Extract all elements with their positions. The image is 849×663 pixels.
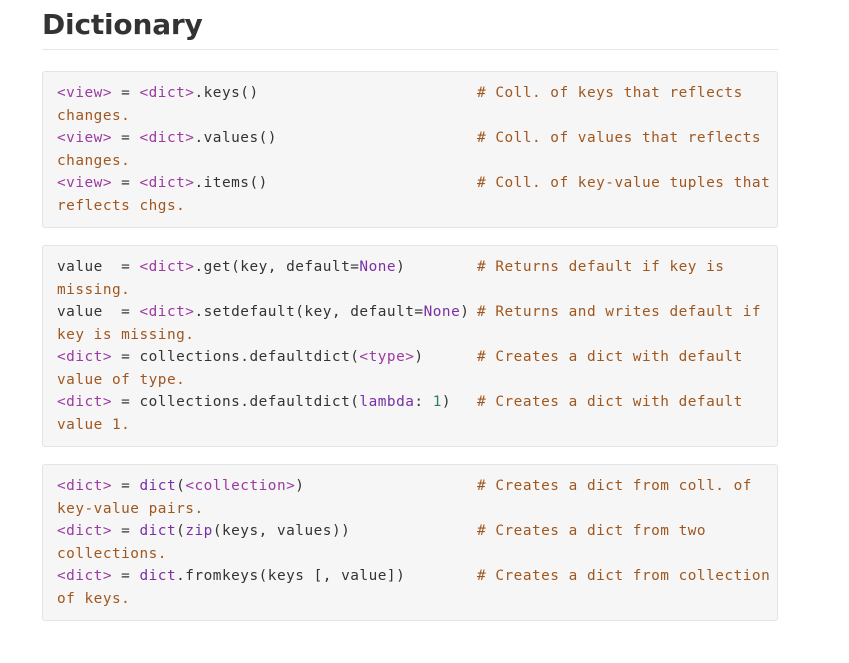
code-token: = collections.defaultdict( xyxy=(111,349,360,365)
code-token: .values() xyxy=(194,130,277,146)
code-token: <dict> xyxy=(57,394,112,410)
code-token: ) xyxy=(414,349,424,365)
code-token: ( xyxy=(176,523,186,539)
code-line: <dict> = collections.defaultdict(lambda:… xyxy=(57,391,763,414)
code-comment-continuation: value 1. xyxy=(57,416,131,433)
code-token: <collection> xyxy=(185,478,296,494)
code-token: None xyxy=(359,259,397,275)
code-token: .keys() xyxy=(194,85,259,101)
code-comment-continuation: changes. xyxy=(57,107,131,124)
code-statement: <dict> = collections.defaultdict(<type>) xyxy=(57,346,477,369)
code-token: ) xyxy=(441,394,452,410)
code-token: lambda xyxy=(359,394,415,410)
code-statement: <view> = <dict>.keys() xyxy=(57,82,477,105)
code-token: = xyxy=(111,85,140,101)
code-token: ( xyxy=(176,478,186,494)
code-comment-continuation: collections. xyxy=(57,545,167,562)
code-token: .items() xyxy=(194,175,268,191)
code-line: <view> = <dict>.items() # Coll. of key-va… xyxy=(57,172,770,195)
code-line: <dict> = dict(<collection>) # Creates a d… xyxy=(57,475,763,498)
code-statement: <view> = <dict>.items() xyxy=(57,172,477,195)
page-title: Dictionary xyxy=(42,8,203,41)
code-comment-continuation: missing. xyxy=(57,281,131,298)
code-comment: # Creates a dict from two xyxy=(477,523,707,539)
code-statement: <dict> = dict(<collection>) xyxy=(57,475,477,498)
code-token: <type> xyxy=(359,349,415,365)
code-comment: # Coll. of values that reflects xyxy=(477,130,762,146)
code-comment-continuation: changes. xyxy=(57,152,131,169)
code-token: = xyxy=(111,175,140,191)
code-line: <dict> = collections.defaultdict(<type>)… xyxy=(57,346,763,369)
code-token: <dict> xyxy=(139,175,195,191)
code-statement: <dict> = dict.fromkeys(keys [, value]) xyxy=(57,565,477,588)
code-line: <view> = <dict>.values() # Coll. of value… xyxy=(57,127,763,150)
code-line: <dict> = dict.fromkeys(keys [, value]) # … xyxy=(57,565,770,588)
code-comment: # Returns and writes default if xyxy=(477,304,762,320)
code-statement: value = <dict>.setdefault(key, default=N… xyxy=(57,301,477,324)
code-statement: <dict> = collections.defaultdict(lambda:… xyxy=(57,391,477,414)
code-token: .fromkeys(keys [, value]) xyxy=(176,568,406,584)
code-token: dict xyxy=(139,523,177,539)
code-token: <view> xyxy=(57,85,112,101)
code-token: <dict> xyxy=(139,130,195,146)
code-comment: # Creates a dict with default xyxy=(477,394,743,410)
code-token: (keys, values)) xyxy=(212,523,351,539)
code-token: None xyxy=(423,304,461,320)
code-token: <dict> xyxy=(57,568,112,584)
code-block-dict-constructors: <dict> = dict(<collection>) # Creates a d… xyxy=(42,464,778,621)
code-token: <dict> xyxy=(139,259,195,275)
code-comment: # Creates a dict from collection xyxy=(477,568,771,584)
code-token: ) xyxy=(460,304,470,320)
code-comment: # Returns default if key is xyxy=(477,259,725,275)
code-token: = xyxy=(111,478,140,494)
code-statement: value = <dict>.get(key, default=None) xyxy=(57,256,477,279)
code-block-dict-views: <view> = <dict>.keys() # Coll. of keys th… xyxy=(42,71,778,228)
code-token: ) xyxy=(396,259,406,275)
code-comment: # Coll. of key-value tuples that xyxy=(477,175,771,191)
code-token: ) xyxy=(295,478,305,494)
code-token: <dict> xyxy=(139,85,195,101)
code-comment-continuation: value of type. xyxy=(57,371,186,388)
code-token: = xyxy=(111,568,140,584)
code-token: <dict> xyxy=(57,523,112,539)
code-comment-continuation: of keys. xyxy=(57,590,131,607)
code-statement: <dict> = dict(zip(keys, values)) xyxy=(57,520,477,543)
code-token: = collections.defaultdict( xyxy=(111,394,360,410)
code-line: <view> = <dict>.keys() # Coll. of keys th… xyxy=(57,82,763,105)
code-token: <view> xyxy=(57,130,112,146)
code-token: 1 xyxy=(432,394,442,410)
code-token: <dict> xyxy=(57,349,112,365)
code-line: <dict> = dict(zip(keys, values)) # Create… xyxy=(57,520,763,543)
code-token: zip xyxy=(185,523,213,539)
code-comment-continuation: reflects chgs. xyxy=(57,197,186,214)
code-comment: # Coll. of keys that reflects xyxy=(477,85,743,101)
code-comment-continuation: key-value pairs. xyxy=(57,500,204,517)
code-token: value = xyxy=(57,304,140,320)
code-token: <dict> xyxy=(57,478,112,494)
code-block-dict-defaults: value = <dict>.get(key, default=None) # R… xyxy=(42,245,778,447)
code-statement: <view> = <dict>.values() xyxy=(57,127,477,150)
code-comment-continuation: key is missing. xyxy=(57,326,195,343)
code-token: dict xyxy=(139,568,177,584)
code-line: value = <dict>.get(key, default=None) # R… xyxy=(57,256,763,279)
code-token: = xyxy=(111,130,140,146)
code-comment: # Creates a dict with default xyxy=(477,349,743,365)
section-heading: Dictionary xyxy=(42,6,778,50)
code-token: .setdefault(key, default= xyxy=(194,304,424,320)
code-token: : xyxy=(414,394,433,410)
code-token: = xyxy=(111,523,140,539)
code-token: dict xyxy=(139,478,177,494)
code-token: value = xyxy=(57,259,140,275)
code-line: value = <dict>.setdefault(key, default=N… xyxy=(57,301,763,324)
code-token: <dict> xyxy=(139,304,195,320)
code-token: .get(key, default= xyxy=(194,259,360,275)
code-token: <view> xyxy=(57,175,112,191)
code-comment: # Creates a dict from coll. of xyxy=(477,478,752,494)
